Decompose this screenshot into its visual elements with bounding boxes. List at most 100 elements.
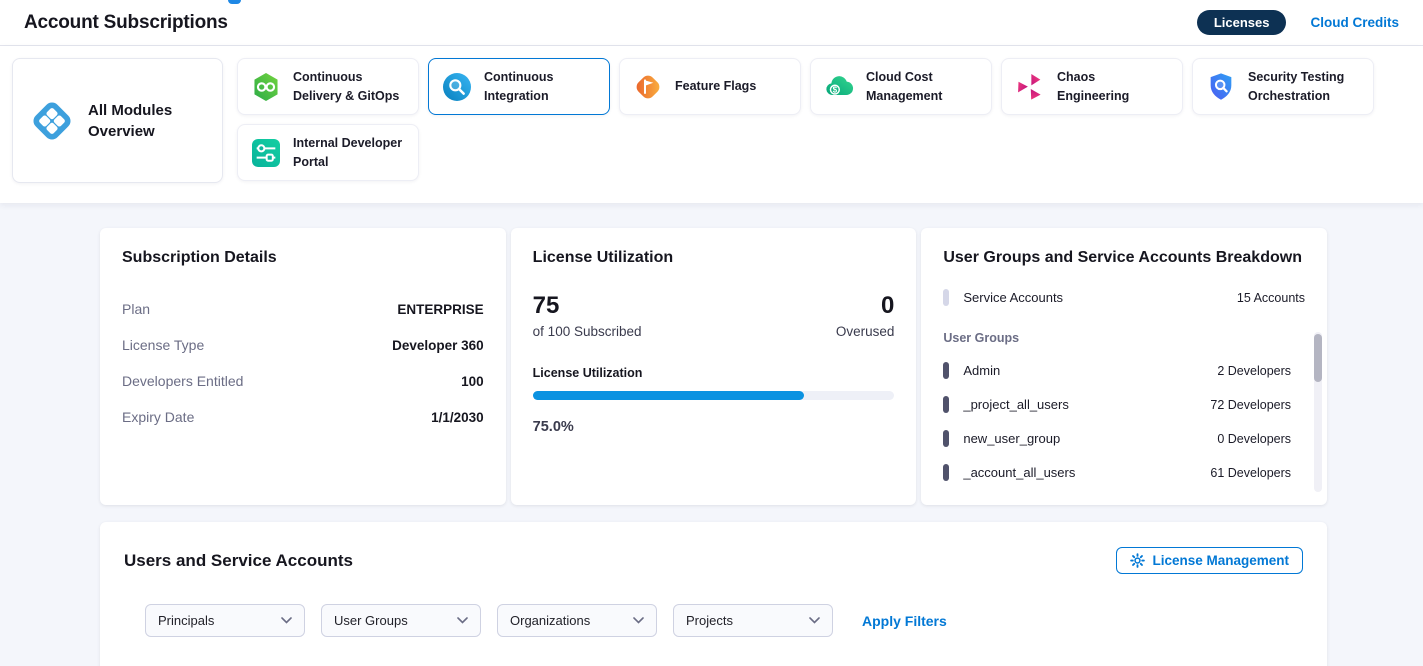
apply-filters-link[interactable]: Apply Filters bbox=[862, 613, 947, 629]
license-management-button[interactable]: License Management bbox=[1116, 547, 1303, 574]
user-group-marker bbox=[943, 464, 949, 481]
user-group-count: 0 Developers bbox=[1217, 432, 1291, 446]
detail-label: Developers Entitled bbox=[122, 373, 243, 389]
user-group-row: new_user_group 0 Developers bbox=[943, 430, 1291, 447]
module-label: Chaos Engineering bbox=[1057, 68, 1170, 104]
detail-row: Plan ENTERPRISE bbox=[122, 291, 484, 327]
user-groups-list: Admin 2 Developers _project_all_users 72… bbox=[943, 362, 1305, 481]
gear-icon bbox=[1130, 553, 1145, 568]
scrollbar-thumb[interactable] bbox=[1314, 334, 1322, 382]
dropdown-label: Principals bbox=[158, 613, 214, 628]
principals-dropdown[interactable]: Principals bbox=[145, 604, 305, 637]
user-group-marker bbox=[943, 362, 949, 379]
user-group-row: _account_all_users 61 Developers bbox=[943, 464, 1291, 481]
module-label: Feature Flags bbox=[675, 77, 756, 95]
filters-row: Principals User Groups Organizations Pro… bbox=[145, 604, 1303, 637]
organizations-dropdown[interactable]: Organizations bbox=[497, 604, 657, 637]
user-groups-scrollbar[interactable] bbox=[1314, 332, 1322, 492]
chevron-down-icon bbox=[809, 617, 820, 624]
overused-count: 0 bbox=[836, 293, 895, 319]
subscription-details-rows: Plan ENTERPRISE License Type Developer 3… bbox=[122, 291, 484, 435]
overused-stat: 0 Overused bbox=[836, 293, 895, 339]
used-stat: 75 of 100 Subscribed bbox=[533, 293, 642, 339]
module-label: Internal Developer Portal bbox=[293, 134, 406, 170]
overused-caption: Overused bbox=[836, 324, 895, 339]
detail-value: ENTERPRISE bbox=[397, 302, 483, 317]
page-title: Account Subscriptions bbox=[24, 12, 228, 34]
user-group-name: Admin bbox=[963, 363, 1000, 378]
breakdown-card: User Groups and Service Accounts Breakdo… bbox=[921, 228, 1327, 505]
all-modules-overview-card[interactable]: All Modules Overview bbox=[12, 58, 223, 183]
module-card-chaos-engineering[interactable]: Chaos Engineering bbox=[1001, 58, 1183, 115]
dropdown-label: Projects bbox=[686, 613, 733, 628]
subscription-details-card: Subscription Details Plan ENTERPRISE Lic… bbox=[100, 228, 506, 505]
license-management-label: License Management bbox=[1152, 553, 1289, 568]
utilization-percent: 75.0% bbox=[533, 419, 895, 435]
user-groups-section-label: User Groups bbox=[943, 331, 1305, 345]
chaos-engineering-icon bbox=[1014, 71, 1046, 103]
chevron-down-icon bbox=[457, 617, 468, 624]
service-accounts-value: 15 Accounts bbox=[1237, 291, 1305, 305]
detail-row: License Type Developer 360 bbox=[122, 327, 484, 363]
service-accounts-label: Service Accounts bbox=[963, 290, 1063, 305]
user-group-name: _project_all_users bbox=[963, 397, 1069, 412]
all-modules-icon bbox=[29, 98, 75, 144]
module-card-cloud-cost-management[interactable]: $ Cloud Cost Management bbox=[810, 58, 992, 115]
module-card-internal-developer-portal[interactable]: Internal Developer Portal bbox=[237, 124, 419, 181]
all-modules-overview-label: All Modules Overview bbox=[88, 100, 178, 142]
module-card-continuous-integration[interactable]: Continuous Integration bbox=[428, 58, 610, 115]
detail-value: 1/1/2030 bbox=[431, 410, 484, 425]
module-label: Continuous Delivery & GitOps bbox=[293, 68, 406, 104]
svg-text:$: $ bbox=[833, 85, 838, 94]
subscription-details-title: Subscription Details bbox=[122, 249, 484, 267]
user-group-count: 2 Developers bbox=[1217, 364, 1291, 378]
utilization-bar-label: License Utilization bbox=[533, 366, 895, 380]
used-count: 75 bbox=[533, 293, 642, 319]
cloud-credits-tab[interactable]: Cloud Credits bbox=[1310, 15, 1399, 30]
dropdown-label: User Groups bbox=[334, 613, 408, 628]
feature-flags-icon bbox=[632, 71, 664, 103]
chevron-down-icon bbox=[281, 617, 292, 624]
main-content: Subscription Details Plan ENTERPRISE Lic… bbox=[0, 203, 1423, 666]
user-group-row: Admin 2 Developers bbox=[943, 362, 1291, 379]
module-label: Cloud Cost Management bbox=[866, 68, 979, 104]
utilization-progress-fill bbox=[533, 391, 804, 400]
module-card-security-testing-orchestration[interactable]: Security Testing Orchestration bbox=[1192, 58, 1374, 115]
service-accounts-row: Service Accounts 15 Accounts bbox=[943, 289, 1305, 306]
projects-dropdown[interactable]: Projects bbox=[673, 604, 833, 637]
license-utilization-title: License Utilization bbox=[533, 249, 895, 267]
users-section-header: Users and Service Accounts License Manag… bbox=[124, 547, 1303, 574]
used-caption: of 100 Subscribed bbox=[533, 324, 642, 339]
users-section-title: Users and Service Accounts bbox=[124, 551, 353, 571]
detail-label: Plan bbox=[122, 301, 150, 317]
utilization-progress-track bbox=[533, 391, 895, 400]
user-group-name: new_user_group bbox=[963, 431, 1060, 446]
module-card-continuous-delivery-gitops[interactable]: Continuous Delivery & GitOps bbox=[237, 58, 419, 115]
security-testing-orchestration-icon bbox=[1205, 71, 1237, 103]
module-label: Continuous Integration bbox=[484, 68, 597, 104]
cloud-cost-management-icon: $ bbox=[823, 71, 855, 103]
chevron-down-icon bbox=[633, 617, 644, 624]
user-group-marker bbox=[943, 430, 949, 447]
module-label: Security Testing Orchestration bbox=[1248, 68, 1361, 104]
service-accounts-marker bbox=[943, 289, 949, 306]
continuous-delivery-gitops-icon bbox=[250, 71, 282, 103]
detail-row: Expiry Date 1/1/2030 bbox=[122, 399, 484, 435]
modules-grid: Continuous Delivery & GitOps Continuous … bbox=[237, 58, 1397, 181]
user-group-name: _account_all_users bbox=[963, 465, 1075, 480]
user-group-row: _project_all_users 72 Developers bbox=[943, 396, 1291, 413]
license-utilization-card: License Utilization 75 of 100 Subscribed… bbox=[511, 228, 917, 505]
users-service-accounts-card: Users and Service Accounts License Manag… bbox=[100, 522, 1327, 666]
user-group-count: 61 Developers bbox=[1210, 466, 1291, 480]
page-header: Account Subscriptions Licenses Cloud Cre… bbox=[0, 0, 1423, 46]
detail-label: Expiry Date bbox=[122, 409, 194, 425]
clipped-nav-icon bbox=[228, 0, 241, 4]
licenses-tab[interactable]: Licenses bbox=[1197, 10, 1287, 35]
module-card-feature-flags[interactable]: Feature Flags bbox=[619, 58, 801, 115]
detail-row: Developers Entitled 100 bbox=[122, 363, 484, 399]
user-groups-dropdown[interactable]: User Groups bbox=[321, 604, 481, 637]
detail-value: Developer 360 bbox=[392, 338, 484, 353]
detail-label: License Type bbox=[122, 337, 204, 353]
detail-value: 100 bbox=[461, 374, 484, 389]
dropdown-label: Organizations bbox=[510, 613, 590, 628]
